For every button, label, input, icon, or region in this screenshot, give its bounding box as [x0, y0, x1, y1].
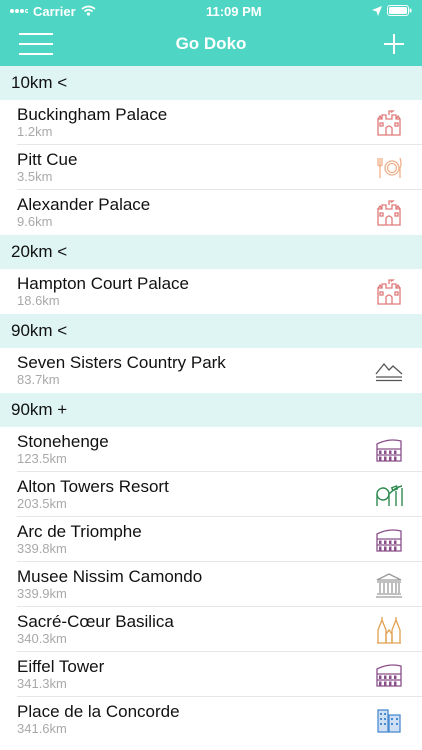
nav-bar: Go Doko — [0, 22, 422, 66]
section-header: 90km < — [0, 314, 422, 348]
place-distance: 340.3km — [17, 631, 67, 647]
place-distance: 123.5km — [17, 451, 67, 467]
cathedral-icon — [374, 615, 404, 645]
place-info: Musee Nissim Camondo 339.9km — [17, 566, 203, 602]
castle-icon — [374, 108, 404, 138]
place-name: Musee Nissim Camondo — [17, 566, 203, 586]
place-distance: 18.6km — [17, 293, 60, 309]
place-name: Hampton Court Palace — [17, 273, 189, 293]
colosseum-icon — [374, 435, 404, 465]
place-distance: 339.9km — [17, 586, 67, 602]
place-name: Sacré-Cœur Basilica — [17, 611, 174, 631]
place-info: Sacré-Cœur Basilica 340.3km — [17, 611, 174, 647]
add-button[interactable] — [368, 29, 404, 59]
place-distance: 9.6km — [17, 214, 53, 230]
place-info: Alton Towers Resort 203.5km — [17, 476, 169, 512]
place-info: Seven Sisters Country Park 83.7km — [17, 352, 226, 388]
place-name: Place de la Concorde — [17, 701, 180, 721]
place-distance: 83.7km — [17, 372, 60, 388]
place-name: Seven Sisters Country Park — [17, 352, 226, 372]
rollercoaster-icon — [374, 480, 404, 510]
castle-icon — [374, 277, 404, 307]
place-name: Pitt Cue — [17, 149, 78, 169]
list-item[interactable]: Pitt Cue 3.5km — [0, 145, 422, 190]
museum-icon — [374, 570, 404, 600]
places-list: 10km < Buckingham Palace 1.2km Pitt Cue … — [0, 66, 422, 742]
list-item[interactable]: Buckingham Palace 1.2km — [0, 100, 422, 145]
section-header: 90km + — [0, 393, 422, 427]
restaurant-icon — [374, 153, 404, 183]
place-info: Eiffel Tower 341.3km — [17, 656, 105, 692]
list-item[interactable]: Seven Sisters Country Park 83.7km — [0, 348, 422, 393]
place-distance: 203.5km — [17, 496, 67, 512]
signal-icon — [10, 4, 29, 19]
place-info: Place de la Concorde 341.6km — [17, 701, 180, 737]
place-name: Stonehenge — [17, 431, 109, 451]
place-name: Alexander Palace — [17, 194, 151, 214]
mountain-icon — [374, 356, 404, 386]
list-item[interactable]: Alton Towers Resort 203.5km — [0, 472, 422, 517]
plus-icon — [384, 34, 404, 54]
place-info: Alexander Palace 9.6km — [17, 194, 151, 230]
list-item[interactable]: Place de la Concorde 341.6km — [0, 697, 422, 742]
place-distance: 3.5km — [17, 169, 53, 185]
hamburger-icon — [19, 33, 53, 55]
header: Carrier 11:09 PM Go Doko — [0, 0, 422, 66]
battery-icon — [386, 4, 412, 19]
wifi-icon — [81, 4, 96, 19]
list-item[interactable]: Eiffel Tower 341.3km — [0, 652, 422, 697]
place-info: Hampton Court Palace 18.6km — [17, 273, 189, 309]
place-name: Arc de Triomphe — [17, 521, 142, 541]
list-item[interactable]: Sacré-Cœur Basilica 340.3km — [0, 607, 422, 652]
place-name: Eiffel Tower — [17, 656, 105, 676]
status-bar: Carrier 11:09 PM — [0, 0, 422, 22]
place-info: Arc de Triomphe 339.8km — [17, 521, 142, 557]
carrier-label: Carrier — [33, 3, 76, 19]
list-item[interactable]: Hampton Court Palace 18.6km — [0, 269, 422, 314]
page-title: Go Doko — [175, 34, 247, 53]
menu-button[interactable] — [18, 29, 54, 59]
section-header: 10km < — [0, 66, 422, 100]
status-time: 11:09 PM — [205, 3, 262, 19]
list-item[interactable]: Arc de Triomphe 339.8km — [0, 517, 422, 562]
section-header: 20km < — [0, 235, 422, 269]
list-item[interactable]: Alexander Palace 9.6km — [0, 190, 422, 235]
location-arrow-icon — [371, 4, 382, 19]
place-distance: 341.6km — [17, 721, 67, 737]
place-distance: 341.3km — [17, 676, 67, 692]
castle-icon — [374, 198, 404, 228]
colosseum-icon — [374, 525, 404, 555]
place-distance: 1.2km — [17, 124, 53, 140]
place-name: Alton Towers Resort — [17, 476, 169, 496]
place-distance: 339.8km — [17, 541, 67, 557]
place-info: Pitt Cue 3.5km — [17, 149, 78, 185]
place-name: Buckingham Palace — [17, 104, 168, 124]
colosseum-icon — [374, 660, 404, 690]
list-item[interactable]: Stonehenge 123.5km — [0, 427, 422, 472]
buildings-icon — [374, 705, 404, 735]
place-info: Stonehenge 123.5km — [17, 431, 109, 467]
list-item[interactable]: Musee Nissim Camondo 339.9km — [0, 562, 422, 607]
place-info: Buckingham Palace 1.2km — [17, 104, 168, 140]
